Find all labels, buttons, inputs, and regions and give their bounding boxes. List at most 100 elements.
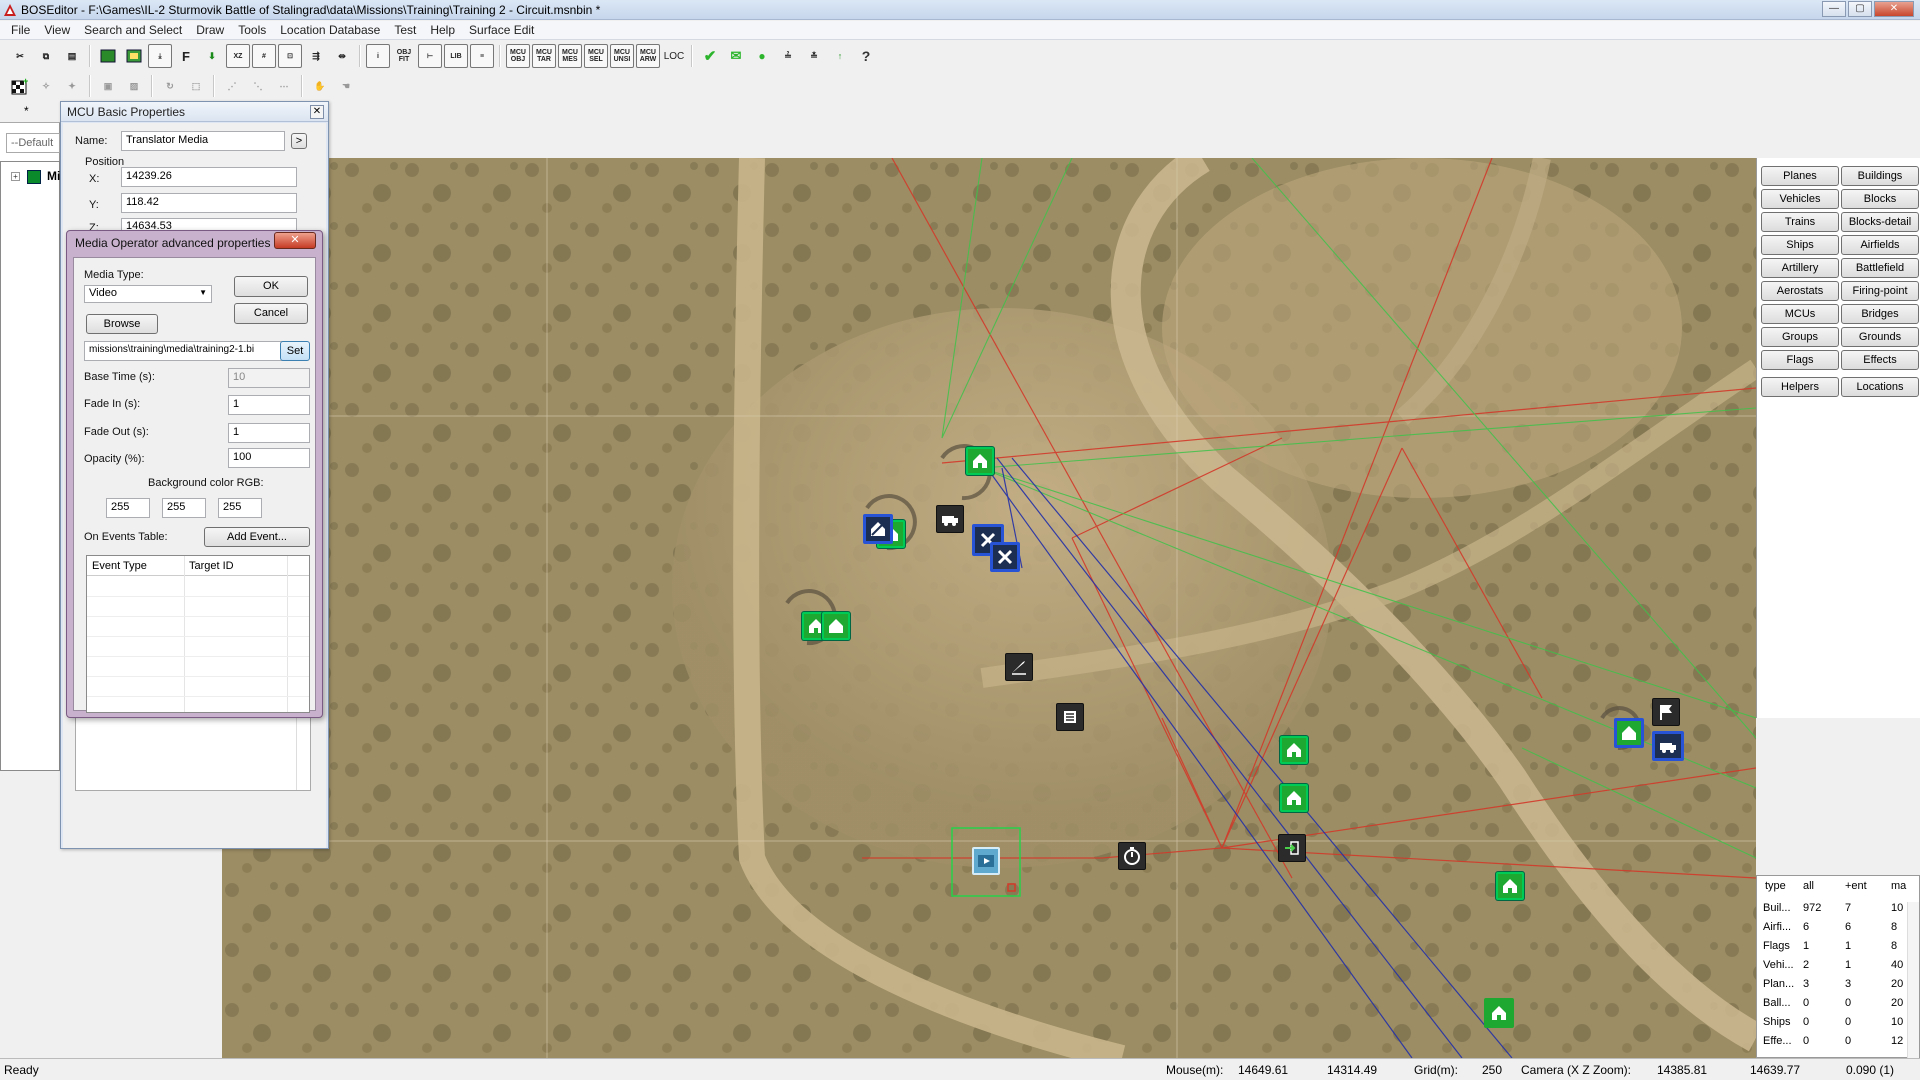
mcu-unsi-button[interactable]: MCU UNSI bbox=[610, 44, 634, 68]
stats-scrollbar[interactable] bbox=[1907, 902, 1919, 1058]
timer-marker[interactable] bbox=[1118, 842, 1146, 870]
base-time-input[interactable]: 10 bbox=[228, 368, 310, 388]
stats-col-type[interactable]: type bbox=[1765, 880, 1786, 892]
col-event-type[interactable]: Event Type bbox=[92, 560, 147, 572]
ok-button[interactable]: OK bbox=[234, 276, 308, 297]
events-table[interactable]: Event Type Target ID bbox=[86, 555, 310, 713]
close-window-button[interactable]: ✕ bbox=[1874, 1, 1914, 17]
groups-button[interactable]: Groups bbox=[1761, 327, 1839, 347]
layer-combo[interactable]: --Default bbox=[6, 133, 60, 153]
flags-button[interactable]: Flags bbox=[1761, 350, 1839, 370]
effects-button[interactable]: Effects bbox=[1841, 350, 1919, 370]
help-icon[interactable]: ? bbox=[854, 44, 878, 68]
menu-draw[interactable]: Draw bbox=[189, 21, 231, 39]
menu-search-and-select[interactable]: Search and Select bbox=[77, 21, 189, 39]
firing-point-button[interactable]: Firing-point bbox=[1841, 281, 1919, 301]
media-translator-marker[interactable] bbox=[972, 847, 1000, 875]
y-input[interactable]: 118.42 bbox=[121, 193, 297, 213]
name-input[interactable]: Translator Media bbox=[121, 131, 285, 151]
drop-to-ground-icon[interactable]: ⤓ bbox=[148, 44, 172, 68]
image-icon[interactable]: ▣ bbox=[96, 74, 120, 98]
battlefield-button[interactable]: Battlefield bbox=[1841, 258, 1919, 278]
menu-view[interactable]: View bbox=[37, 21, 77, 39]
aerostats-button[interactable]: Aerostats bbox=[1761, 281, 1839, 301]
bg-blue-input[interactable]: 255 bbox=[218, 498, 262, 518]
obj-fit-button[interactable]: OBJ FIT bbox=[392, 44, 416, 68]
hand-icon[interactable]: ✋ bbox=[308, 74, 332, 98]
group-icon[interactable] bbox=[96, 44, 120, 68]
menu-help[interactable]: Help bbox=[423, 21, 462, 39]
set-button[interactable]: Set bbox=[280, 341, 310, 361]
cancel-button[interactable]: Cancel bbox=[234, 303, 308, 324]
building-marker-5[interactable] bbox=[1280, 736, 1308, 764]
media-operator-close-icon[interactable]: ✕ bbox=[274, 232, 316, 249]
mcu-basic-title-bar[interactable]: MCU Basic Properties ✕ bbox=[61, 102, 328, 122]
minimize-button[interactable]: — bbox=[1822, 1, 1846, 17]
loc-button[interactable]: LOC bbox=[662, 44, 686, 68]
info-icon[interactable]: i bbox=[366, 44, 390, 68]
buildings-button[interactable]: Buildings bbox=[1841, 166, 1919, 186]
add-event-button[interactable]: Add Event... bbox=[204, 527, 310, 547]
path-split-icon[interactable]: ⋯ bbox=[272, 74, 296, 98]
grid-icon[interactable]: # bbox=[252, 44, 276, 68]
path-icon[interactable]: ⋰ bbox=[220, 74, 244, 98]
name-more-button[interactable]: > bbox=[291, 133, 307, 149]
path-add-icon[interactable]: ⋱ bbox=[246, 74, 270, 98]
activate-marker[interactable] bbox=[1278, 834, 1306, 862]
menu-surface-edit[interactable]: Surface Edit bbox=[462, 21, 541, 39]
bg-red-input[interactable]: 255 bbox=[106, 498, 150, 518]
menu-test[interactable]: Test bbox=[387, 21, 423, 39]
planes-button[interactable]: Planes bbox=[1761, 166, 1839, 186]
mcu-obj-button[interactable]: MCU OBJ bbox=[506, 44, 530, 68]
object-stats-table[interactable]: type all +ent ma Buil... 972 7 10 Airfi... 6… bbox=[1756, 875, 1920, 1058]
airfields-button[interactable]: Airfields bbox=[1841, 235, 1919, 255]
properties-icon[interactable]: ≡ bbox=[470, 44, 494, 68]
measure-icon[interactable]: ⇹ bbox=[330, 44, 354, 68]
snap-icon[interactable]: ⊡ bbox=[278, 44, 302, 68]
checker-add-icon[interactable]: + bbox=[8, 74, 32, 98]
tab-all[interactable]: * bbox=[24, 104, 29, 118]
stats-row[interactable]: Ships 0 0 10 bbox=[1757, 1016, 1907, 1034]
mission-tree[interactable]: + Mi bbox=[0, 161, 60, 771]
stats-row[interactable]: Buil... 972 7 10 bbox=[1757, 902, 1907, 920]
checkmark-icon[interactable]: ✔ bbox=[698, 44, 722, 68]
mcu-description-box[interactable] bbox=[75, 715, 311, 791]
memo-scrollbar[interactable] bbox=[296, 716, 310, 790]
building-marker-6[interactable] bbox=[1280, 784, 1308, 812]
envelope-icon[interactable]: ✉ bbox=[724, 44, 748, 68]
blocks-detail-button[interactable]: Blocks-detail bbox=[1841, 212, 1919, 232]
trains-button[interactable]: Trains bbox=[1761, 212, 1839, 232]
locations-button[interactable]: Locations bbox=[1841, 377, 1919, 397]
building-marker-1[interactable] bbox=[966, 447, 994, 475]
ships-button[interactable]: Ships bbox=[1761, 235, 1839, 255]
rotate-icon[interactable]: ↻ bbox=[158, 74, 182, 98]
copy-icon[interactable]: ⧉ bbox=[34, 44, 58, 68]
cut-icon[interactable]: ✂ bbox=[8, 44, 32, 68]
mcu-mes-button[interactable]: MCU MES bbox=[558, 44, 582, 68]
building-marker-7[interactable] bbox=[1496, 872, 1524, 900]
mcu-sel-button[interactable]: MCU SEL bbox=[584, 44, 608, 68]
wand-icon[interactable]: ✧ bbox=[34, 74, 58, 98]
selection-icon[interactable]: ⬚ bbox=[184, 74, 208, 98]
ungroup-icon[interactable] bbox=[122, 44, 146, 68]
rotate-xz-icon[interactable]: XZ bbox=[226, 44, 250, 68]
stats-row[interactable]: Plan... 3 3 20 bbox=[1757, 978, 1907, 996]
x-input[interactable]: 14239.26 bbox=[121, 167, 297, 187]
artillery-button[interactable]: Artillery bbox=[1761, 258, 1839, 278]
vehicle-marker[interactable] bbox=[936, 505, 964, 533]
stats-row[interactable]: Flags 1 1 8 bbox=[1757, 940, 1907, 958]
image-edit-icon[interactable]: ▨ bbox=[122, 74, 146, 98]
align-ground-icon[interactable]: ⬇ bbox=[200, 44, 224, 68]
mcu-arw-button[interactable]: MCU ARW bbox=[636, 44, 660, 68]
hand-lock-icon[interactable]: ☚ bbox=[334, 74, 358, 98]
menu-tools[interactable]: Tools bbox=[231, 21, 273, 39]
menu-location-database[interactable]: Location Database bbox=[273, 21, 387, 39]
mcu-close-icon[interactable]: ✕ bbox=[310, 105, 324, 119]
grounds-button[interactable]: Grounds bbox=[1841, 327, 1919, 347]
selected-airfield-marker-2[interactable] bbox=[990, 542, 1020, 572]
flag-marker[interactable] bbox=[1652, 698, 1680, 726]
media-type-select[interactable]: Video ▼ bbox=[84, 285, 212, 303]
expand-icon[interactable]: + bbox=[11, 172, 20, 181]
airfield-building-marker[interactable] bbox=[1614, 718, 1644, 748]
wand-plus-icon[interactable]: ✦ bbox=[60, 74, 84, 98]
